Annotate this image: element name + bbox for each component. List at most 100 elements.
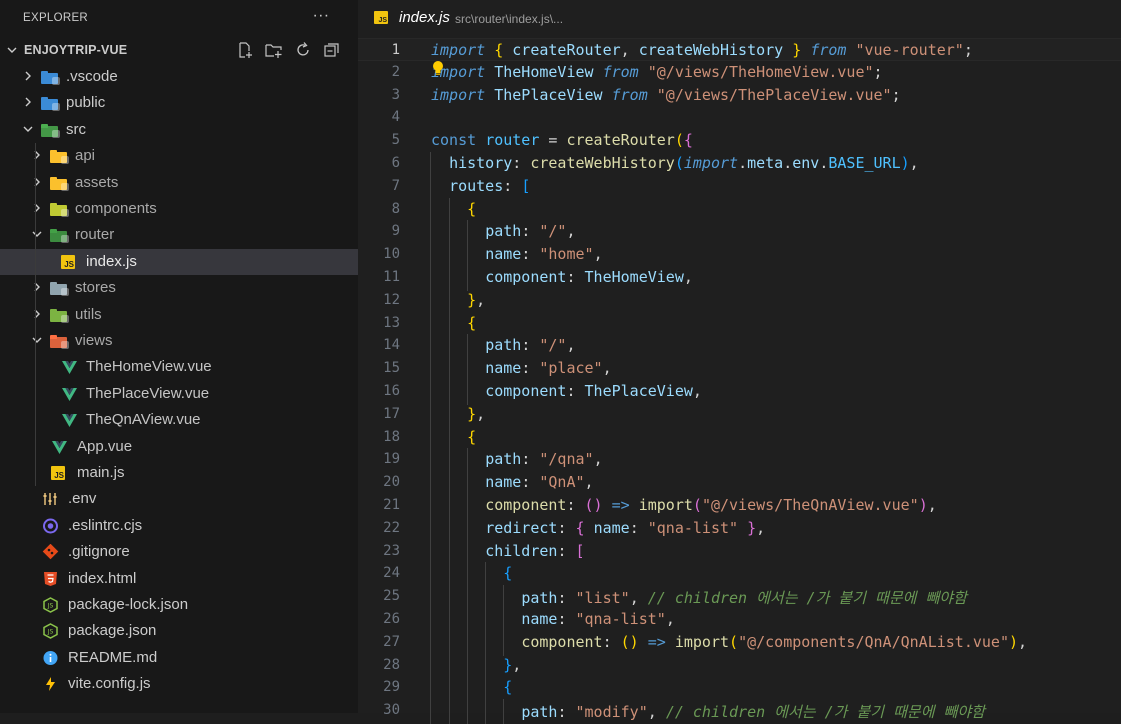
tree-file[interactable]: JS package-lock.json (0, 592, 358, 618)
tree-file[interactable]: TheQnAView.vue (0, 407, 358, 433)
refresh-icon[interactable] (293, 40, 313, 60)
code-line[interactable]: 28 }, (358, 654, 1121, 677)
indent-guide (485, 562, 487, 724)
code-line[interactable]: 20 name: "QnA", (358, 471, 1121, 494)
tree-folder[interactable]: stores (0, 275, 358, 301)
tree-file[interactable]: index.html (0, 566, 358, 592)
code-line[interactable]: 6 history: createWebHistory(import.meta.… (358, 152, 1121, 175)
code-line[interactable]: 4 (358, 106, 1121, 129)
tree-folder[interactable]: utils (0, 302, 358, 328)
project-root[interactable]: ENJOYTRIP-VUE (0, 35, 358, 64)
code-line[interactable]: 17 }, (358, 403, 1121, 426)
tree-file[interactable]: App.vue (0, 434, 358, 460)
code-line[interactable]: 12 }, (358, 289, 1121, 312)
code-line[interactable]: 16 component: ThePlaceView, (358, 380, 1121, 403)
tree-file[interactable]: JS main.js (0, 460, 358, 486)
code-line[interactable]: 30 path: "modify", // children 에서는 /가 붙기… (358, 699, 1121, 722)
code-token: : (521, 359, 540, 378)
vue-file-icon (62, 361, 77, 375)
code-text: path: "/", (431, 222, 575, 240)
code-line[interactable]: 10 name: "home", (358, 243, 1121, 266)
lightbulb-icon[interactable] (431, 60, 445, 76)
code-line[interactable]: 3 import ThePlaceView from "@/views/ThePl… (358, 84, 1121, 107)
code-line[interactable]: 25 path: "list", // children 에서는 /가 붙기 때… (358, 585, 1121, 608)
tree-folder[interactable]: views (0, 328, 358, 354)
code-line[interactable]: 24 { (358, 562, 1121, 585)
code-token: , (593, 245, 603, 264)
code-line[interactable]: 5 const router = createRouter({ (358, 129, 1121, 152)
vscode-folder-icon (41, 71, 60, 85)
tree-file[interactable]: .env (0, 486, 358, 512)
breadcrumb-path[interactable]: src\router\index.js\... (455, 12, 563, 26)
chevron-right-icon (34, 309, 40, 319)
tree-file[interactable]: vite.config.js (0, 671, 358, 697)
tree-file[interactable]: .gitignore (0, 539, 358, 565)
code-line[interactable]: 29 { (358, 676, 1121, 699)
code-token: , (512, 655, 522, 674)
tree-file[interactable]: JS index.js (0, 248, 358, 275)
code-line[interactable]: 18 { (358, 426, 1121, 449)
code-line[interactable]: 13 { (358, 312, 1121, 335)
line-number: 25 (383, 588, 400, 605)
code-line[interactable]: 22 redirect: { name: "qna-list" }, (358, 517, 1121, 540)
code-token: , (927, 496, 937, 514)
code-editor[interactable]: JS index.js src\router\index.js\... 1 imp… (358, 0, 1121, 724)
tree-file[interactable]: README.md (0, 645, 358, 671)
tree-file[interactable]: ThePlaceView.vue (0, 381, 358, 407)
new-folder-icon[interactable] (264, 40, 284, 60)
code-line[interactable]: 7 routes: [ (358, 175, 1121, 198)
tree-folder[interactable]: router (0, 222, 358, 248)
code-token: , (584, 473, 594, 492)
tree-file[interactable]: .eslintrc.cjs (0, 513, 358, 539)
line-number: 2 (391, 63, 400, 80)
tree-folder[interactable]: public (0, 90, 358, 116)
tree-item-label: components (75, 200, 157, 217)
chevron-right-icon (34, 282, 40, 292)
tree-folder[interactable]: api (0, 143, 358, 169)
code-line[interactable]: 23 children: [ (358, 540, 1121, 563)
code-token: meta (747, 154, 784, 172)
new-file-icon[interactable] (235, 40, 255, 60)
code-line[interactable]: 11 component: TheHomeView, (358, 266, 1121, 289)
code-line[interactable]: 14 path: "/", (358, 334, 1121, 357)
code-token: TheHomeView (494, 62, 594, 81)
indent-guide (430, 152, 431, 724)
code-token: , (566, 336, 576, 355)
breadcrumb-file[interactable]: index.js (399, 9, 450, 26)
code-line[interactable]: 26 name: "qna-list", (358, 608, 1121, 631)
code-line[interactable]: 9 path: "/", (358, 220, 1121, 243)
code-text: history: createWebHistory(import.meta.en… (431, 154, 919, 172)
tree-file[interactable]: JS package.json (0, 618, 358, 644)
more-actions-icon[interactable]: ··· (311, 8, 331, 28)
tree-item-label: vite.config.js (68, 675, 151, 693)
code-line[interactable]: 15 name: "place", (358, 357, 1121, 380)
tree-folder[interactable]: src (0, 117, 358, 143)
tree-folder[interactable]: assets (0, 170, 358, 196)
code-text: component: TheHomeView, (431, 268, 693, 286)
code-token: } (467, 290, 477, 309)
code-line[interactable]: 2 import TheHomeView from "@/views/TheHom… (358, 61, 1121, 84)
code-token: { (683, 131, 693, 150)
tree-folder[interactable]: components (0, 196, 358, 222)
code-token: () (584, 496, 603, 514)
tree-folder[interactable]: .vscode (0, 64, 358, 90)
code-token: , (620, 41, 639, 59)
code-token: : (521, 336, 540, 355)
code-line[interactable]: 21 component: () => import("@/views/TheQ… (358, 494, 1121, 517)
code-line[interactable]: 27 component: () => import("@/components… (358, 631, 1121, 654)
code-line[interactable]: 1 import { createRouter, createWebHistory… (358, 38, 1121, 61)
code-line[interactable]: 8 { (358, 198, 1121, 221)
code-line[interactable]: 19 path: "/qna", (358, 448, 1121, 471)
collapse-all-icon[interactable] (322, 40, 342, 60)
code-token: : (557, 589, 576, 608)
tree-file[interactable]: TheHomeView.vue (0, 354, 358, 380)
